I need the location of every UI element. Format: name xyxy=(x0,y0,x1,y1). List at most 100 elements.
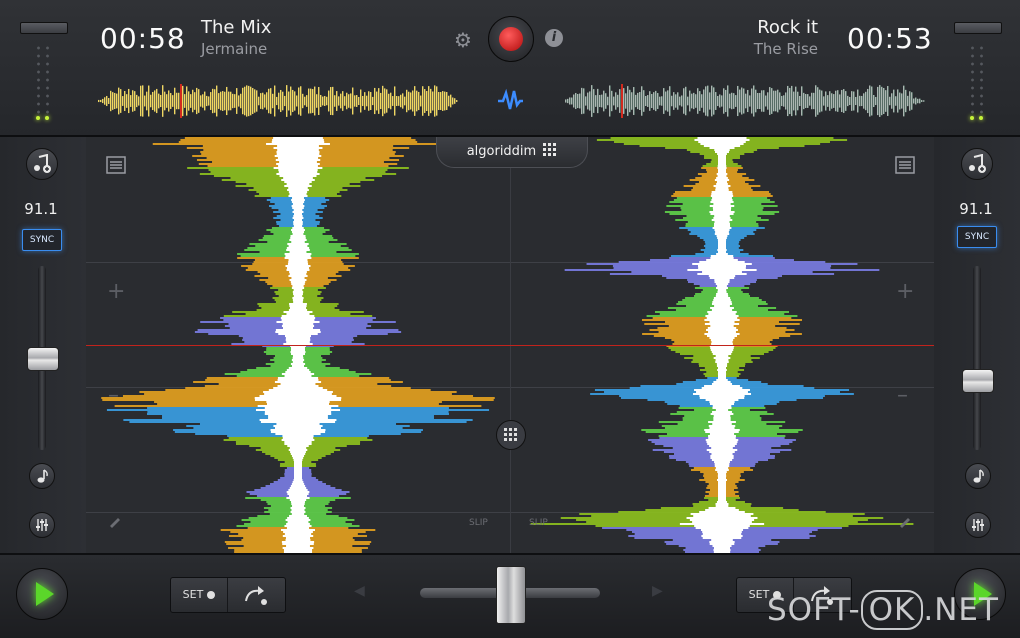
info-icon[interactable]: i xyxy=(545,29,563,47)
deck-b-mixer-button[interactable] xyxy=(965,512,991,538)
waveform-core xyxy=(717,153,727,155)
overview-bar xyxy=(316,94,318,108)
overview-bar xyxy=(845,91,847,111)
waveform-core xyxy=(710,307,734,309)
deck-a-slip-label[interactable]: SLIP xyxy=(469,518,488,528)
waveform-core xyxy=(274,155,322,157)
deck-b-zoom-in[interactable]: + xyxy=(896,279,914,304)
crossfader-right-arrow[interactable]: ▶ xyxy=(652,583,663,599)
deck-a-title[interactable]: The Mix xyxy=(201,17,271,38)
overview-bar xyxy=(430,88,432,114)
overview-bar xyxy=(284,95,286,107)
waveform-icon[interactable] xyxy=(496,88,524,114)
overview-bar xyxy=(318,87,320,115)
waveform-core xyxy=(716,365,728,367)
waveform-core xyxy=(715,469,729,471)
waveform-core xyxy=(266,401,330,403)
add-music-button-b[interactable] xyxy=(961,148,993,180)
overview-bar xyxy=(821,90,823,112)
overview-bar xyxy=(595,95,597,107)
waveform-core xyxy=(718,499,726,501)
deck-a-zoom-in[interactable]: + xyxy=(107,279,125,304)
deck-b-slip-label[interactable]: SLIP xyxy=(529,518,548,528)
deck-b-list-icon[interactable] xyxy=(895,156,915,174)
waveform-area[interactable] xyxy=(86,137,934,553)
deck-a-set-cue-button[interactable]: SET xyxy=(171,578,228,612)
overview-bar xyxy=(176,92,178,110)
deck-a-note-button[interactable] xyxy=(29,463,55,489)
deck-b-title[interactable]: Rock it xyxy=(757,17,818,38)
waveform-core xyxy=(694,525,750,527)
waveform-core xyxy=(713,209,731,211)
waveform-core xyxy=(286,369,310,371)
waveform-core xyxy=(273,147,323,149)
deck-a-sync-button[interactable]: SYNC xyxy=(22,229,62,251)
deck-b-pitch-slider[interactable] xyxy=(973,266,981,450)
waveform-core xyxy=(716,181,728,183)
overview-bar xyxy=(613,96,615,106)
crossfader-left-arrow[interactable]: ◀ xyxy=(354,583,365,599)
waveform-core xyxy=(714,221,730,223)
waveform-core xyxy=(291,287,305,289)
waveform-core xyxy=(260,421,336,423)
deck-b-sync-button[interactable]: SYNC xyxy=(957,226,997,248)
waveform-core xyxy=(284,375,312,377)
overview-bar xyxy=(158,93,160,109)
waveform-core xyxy=(717,373,727,375)
overview-bar xyxy=(324,96,326,106)
overview-bar xyxy=(374,87,376,115)
deck-a-pitch-handle[interactable] xyxy=(27,347,59,371)
waveform-core xyxy=(706,441,738,443)
deck-a-overview-waveform[interactable] xyxy=(96,84,458,118)
deck-b-overview-waveform[interactable] xyxy=(563,84,925,118)
overview-bar xyxy=(218,93,220,109)
deck-a-play-button[interactable] xyxy=(16,568,68,620)
waveform-core xyxy=(702,271,742,273)
overview-bar xyxy=(214,89,216,113)
waveform-core xyxy=(254,399,342,401)
deck-b-pitch-handle[interactable] xyxy=(962,369,994,394)
waveform-core xyxy=(716,253,728,255)
waveform-core xyxy=(686,517,758,519)
deck-a-mixer-button[interactable] xyxy=(29,512,55,538)
overview-bar xyxy=(741,87,743,115)
overview-bar xyxy=(336,91,338,111)
crossfader-handle[interactable] xyxy=(496,566,526,624)
overview-bar xyxy=(120,89,122,113)
waveform-core xyxy=(289,305,307,307)
overview-bar xyxy=(424,89,426,113)
add-music-button-a[interactable] xyxy=(26,148,58,180)
waveform-core xyxy=(286,523,310,525)
overview-bar xyxy=(238,95,240,107)
waveform-core xyxy=(284,185,312,187)
deck-b-zoom-out[interactable]: – xyxy=(897,383,908,408)
waveform-core xyxy=(714,279,730,281)
pencil-icon[interactable] xyxy=(898,516,912,528)
waveform-core xyxy=(292,285,304,287)
deck-a-list-icon[interactable] xyxy=(106,156,126,174)
overview-bar xyxy=(400,94,402,108)
overview-bar xyxy=(673,92,675,110)
waveform-core xyxy=(702,533,742,535)
overview-bar xyxy=(220,91,222,111)
overview-bar xyxy=(829,91,831,111)
waveform-core xyxy=(282,543,314,545)
overview-bar xyxy=(272,93,274,109)
waveform-core xyxy=(280,529,316,531)
gear-icon[interactable]: ⚙ xyxy=(454,28,472,52)
pencil-icon[interactable] xyxy=(108,516,122,528)
overview-bar xyxy=(394,86,396,116)
waveform-core xyxy=(706,259,738,261)
grid-button[interactable] xyxy=(496,420,526,450)
overview-bar xyxy=(432,91,434,111)
deck-a-zoom-out[interactable]: – xyxy=(108,383,119,408)
waveform-core xyxy=(293,479,303,481)
waveform-core xyxy=(717,289,727,291)
waveform-core xyxy=(715,187,729,189)
waveform-core xyxy=(284,443,312,445)
deck-b-note-button[interactable] xyxy=(965,463,991,489)
waveform-core xyxy=(286,527,310,529)
record-button[interactable] xyxy=(488,16,534,62)
overview-bar xyxy=(370,92,372,110)
deck-a-jump-button[interactable] xyxy=(228,578,285,612)
